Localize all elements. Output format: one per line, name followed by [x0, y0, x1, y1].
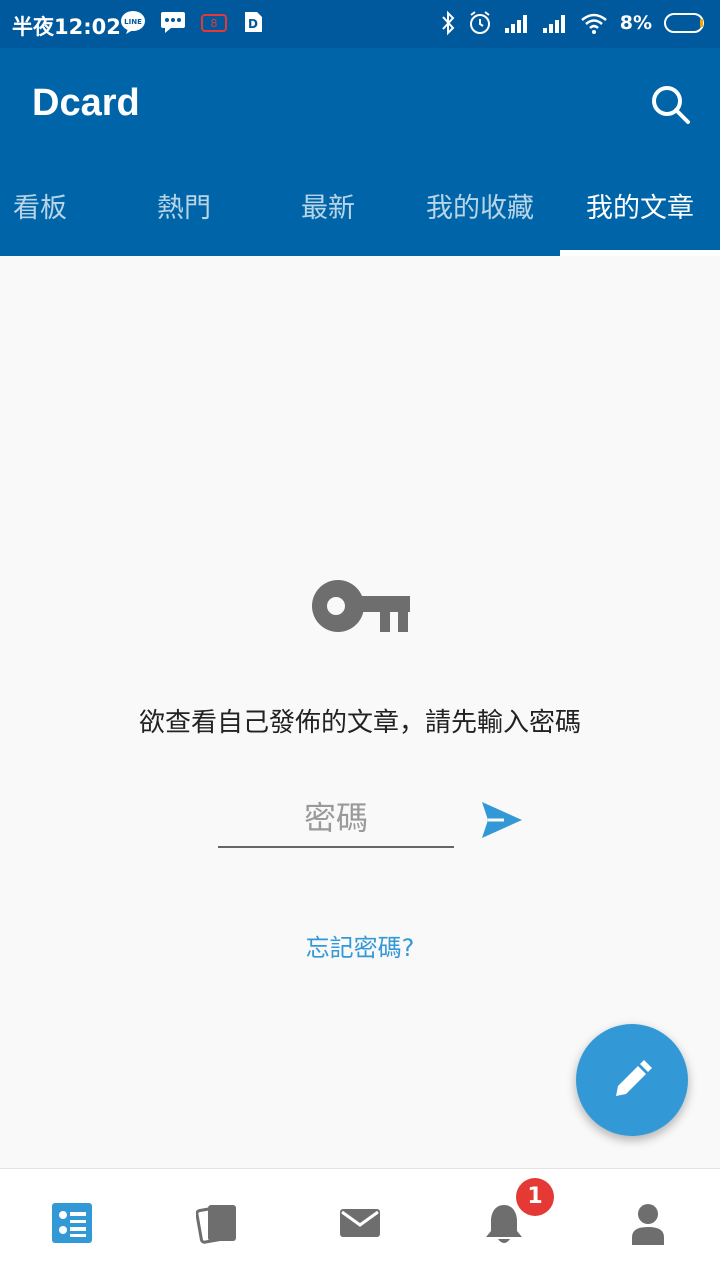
person-icon [632, 1204, 664, 1245]
svg-text:D: D [248, 17, 258, 31]
bottom-navigation [0, 1168, 720, 1281]
signal-icon [504, 15, 527, 33]
password-prompt: 欲查看自己發佈的文章，請先輸入密碼 [138, 708, 581, 738]
chat-icon [161, 12, 185, 33]
tab-my-articles[interactable]: 我的文章 [560, 176, 720, 256]
tab-bar: 看板 熱門 最新 我的收藏 我的文章 [0, 176, 720, 256]
app-title: Dcard [32, 82, 140, 124]
svg-text:LINE: LINE [124, 18, 142, 26]
mail-icon [340, 1209, 380, 1237]
send-icon [482, 802, 522, 838]
pencil-icon [616, 1060, 652, 1096]
status-time: 半夜12:02 [12, 15, 121, 39]
wifi-icon [580, 13, 607, 34]
svg-text:8: 8 [211, 17, 218, 30]
status-bar: 半夜12:02 LINE 8 D 8% [0, 0, 720, 48]
signal-icon [542, 15, 565, 33]
nav-cards[interactable] [144, 1169, 288, 1281]
notification-badge: 1 [516, 1178, 554, 1216]
submit-password-button[interactable] [480, 798, 524, 842]
app-bar: Dcard 看板 熱門 最新 我的收藏 我的文章 [0, 48, 720, 256]
tab-latest[interactable]: 最新 [248, 176, 408, 256]
key-icon [312, 580, 410, 632]
nav-feed[interactable] [0, 1169, 144, 1281]
line-icon: LINE [121, 11, 145, 34]
feed-icon [52, 1203, 92, 1243]
search-icon [652, 86, 690, 124]
bell-icon [486, 1205, 522, 1243]
app-icon: D [245, 12, 262, 32]
battery-icon [664, 13, 704, 33]
bluetooth-icon [441, 10, 455, 36]
nav-profile[interactable] [576, 1169, 720, 1281]
compose-button[interactable] [576, 1024, 688, 1136]
nav-notifications[interactable] [432, 1169, 576, 1281]
nav-messages[interactable] [288, 1169, 432, 1281]
tab-my-favorites[interactable]: 我的收藏 [400, 176, 560, 256]
cards-icon [196, 1205, 236, 1244]
tab-popular[interactable]: 熱門 [104, 176, 264, 256]
battery-percent: 8% [619, 12, 652, 34]
tv-icon: 8 [201, 14, 227, 32]
alarm-icon [469, 11, 490, 34]
search-button[interactable] [648, 82, 694, 128]
password-field[interactable] [218, 790, 454, 848]
active-tab-indicator [560, 250, 720, 256]
tab-boards[interactable]: 看板 [0, 176, 80, 256]
forgot-password-link[interactable]: 忘記密碼? [0, 928, 720, 963]
